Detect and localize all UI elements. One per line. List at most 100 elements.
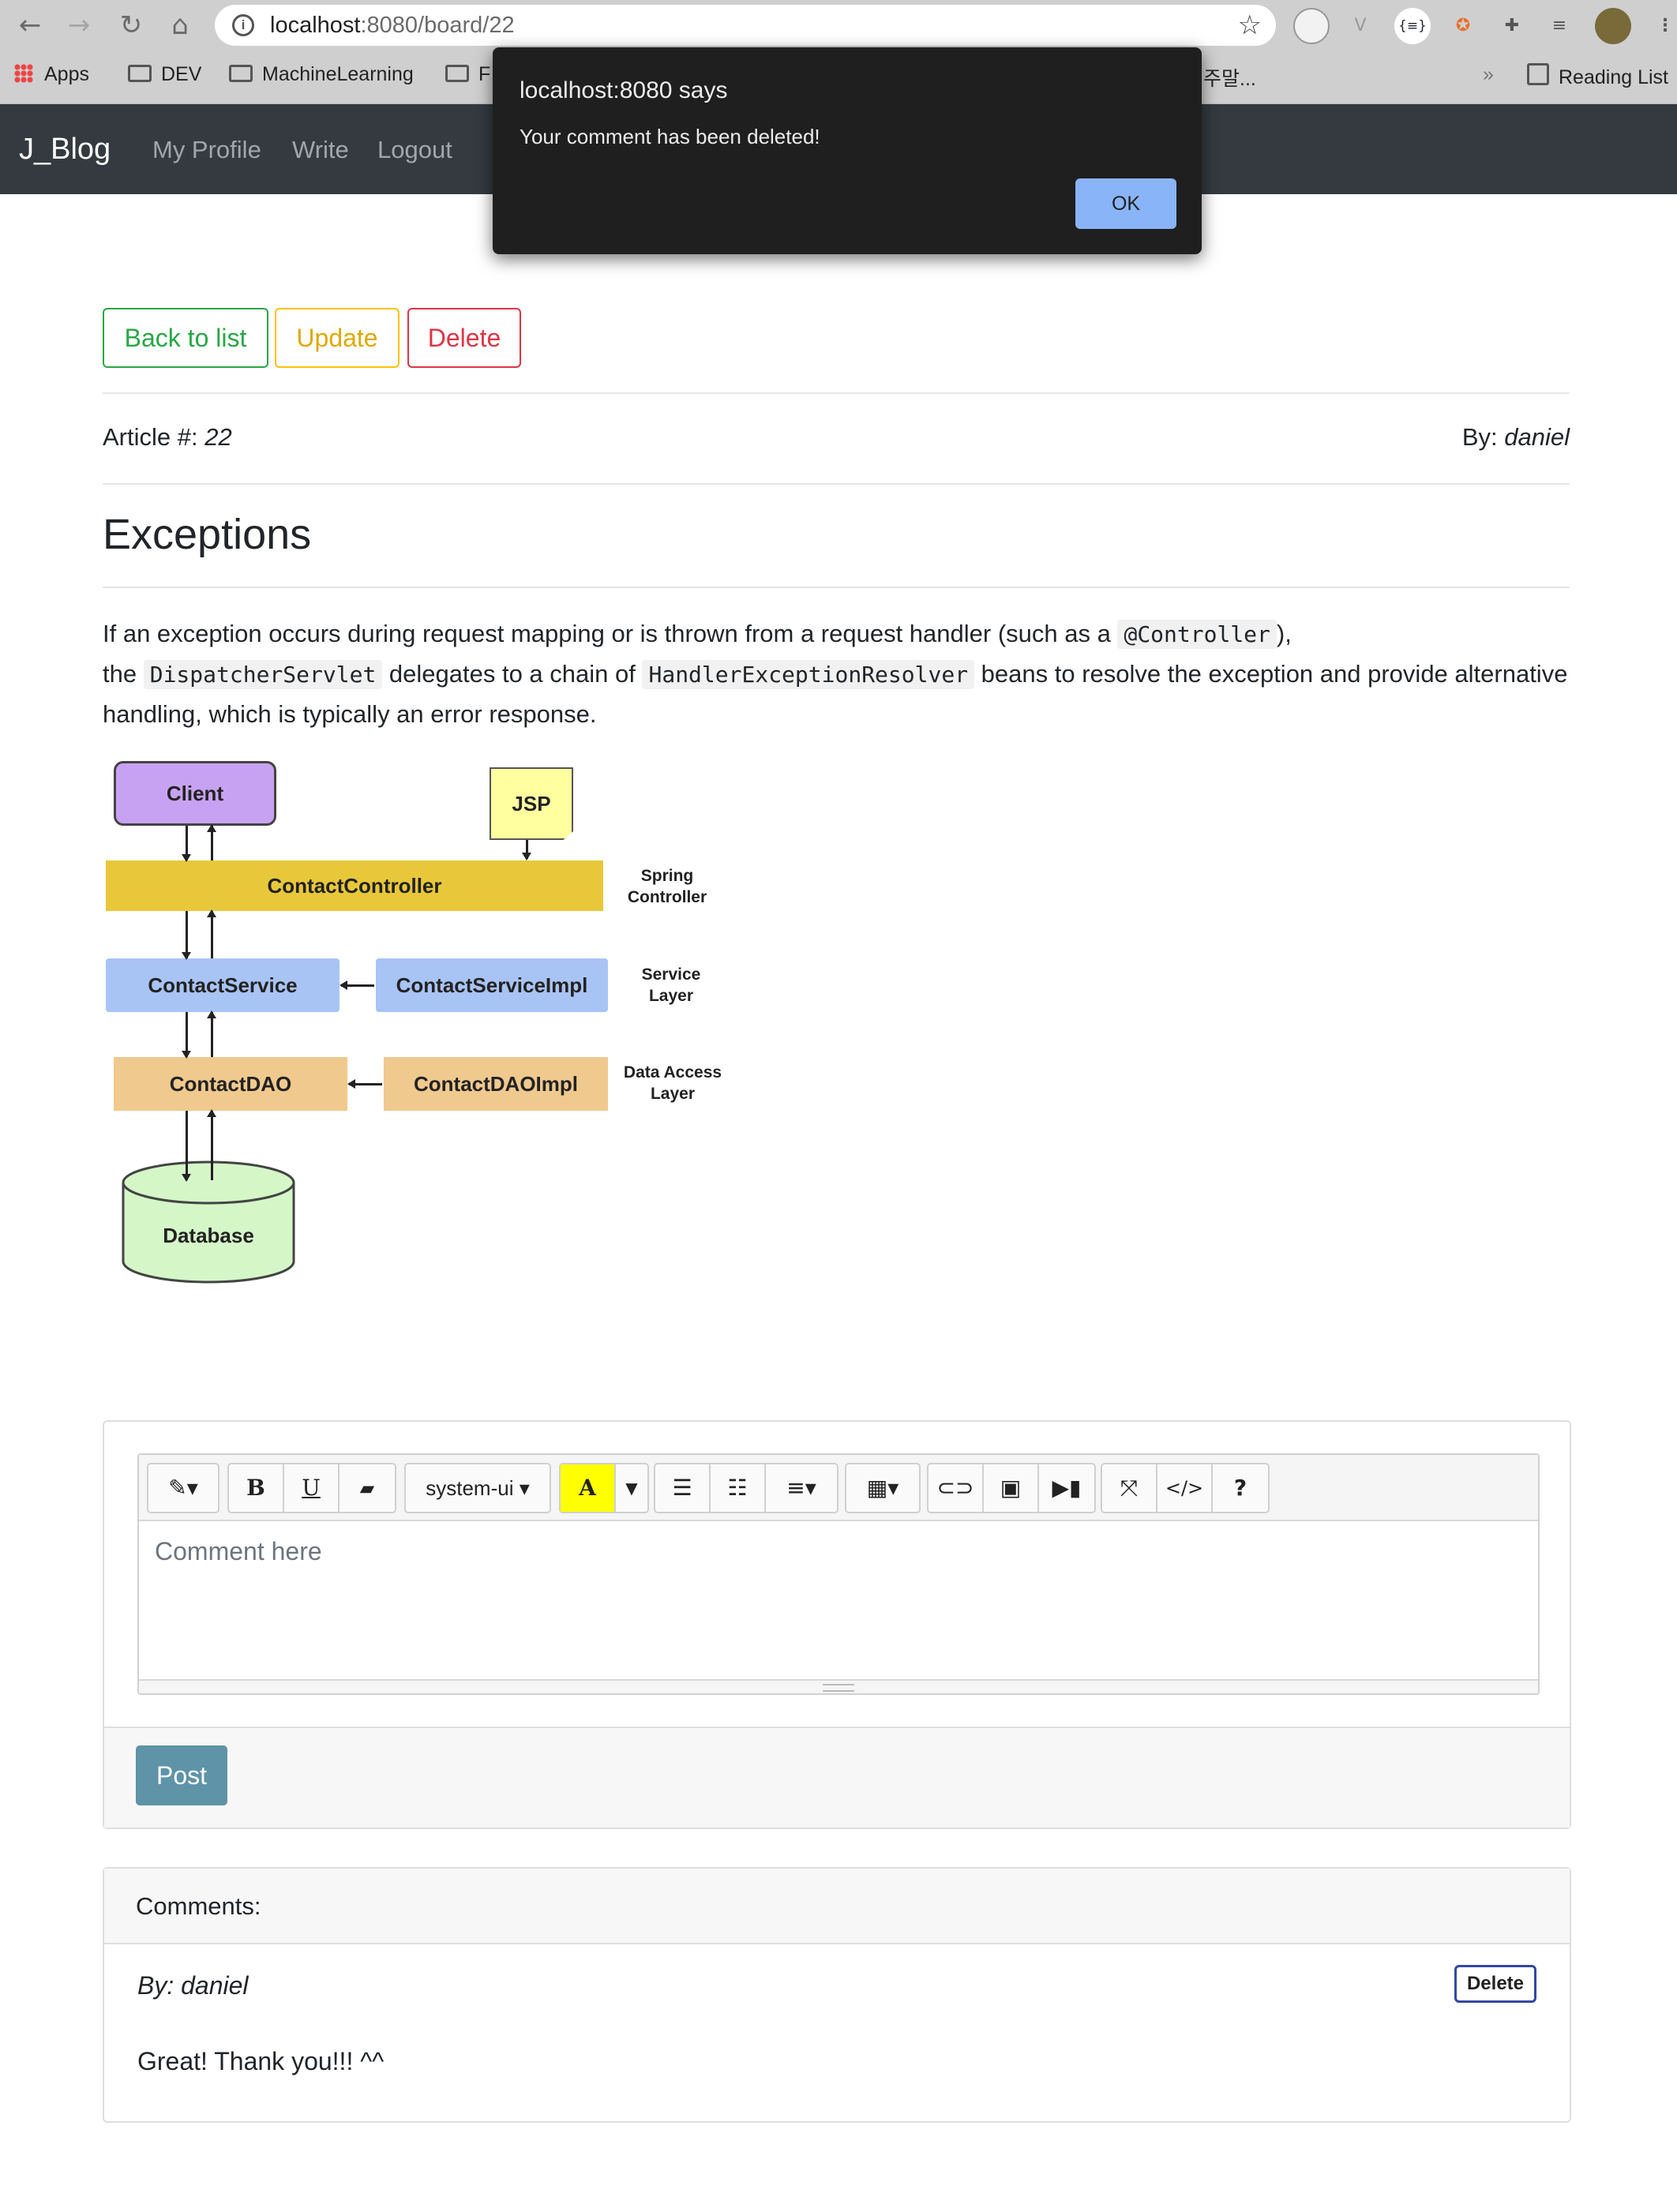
insert-group: ⊂⊃ ▣ ▶▮: [927, 1463, 1096, 1513]
comments-title: Comments:: [136, 1892, 261, 1920]
article-number: Article #: 22: [103, 423, 232, 451]
arrow-up: [207, 1010, 216, 1057]
arrow-up: [207, 1109, 216, 1180]
underline-icon[interactable]: U: [284, 1464, 340, 1512]
database-label: Database: [163, 1224, 254, 1247]
text-color-icon[interactable]: A: [561, 1464, 616, 1512]
editor-resize-handle[interactable]: [139, 1679, 1538, 1693]
client-box: Client: [114, 761, 276, 826]
article-author: By: daniel: [1461, 423, 1570, 451]
update-button[interactable]: Update: [275, 308, 400, 368]
service-box: ContactService: [106, 958, 340, 1012]
delete-comment-button[interactable]: Delete: [1454, 1965, 1536, 2003]
alert-dialog: localhost:8080 says Your comment has bee…: [493, 47, 1202, 254]
folder-icon: [229, 65, 253, 82]
bookmark-machinelearning[interactable]: MachineLearning: [229, 63, 414, 86]
bookmark-f[interactable]: F: [445, 63, 490, 86]
comment-input[interactable]: Comment here: [155, 1537, 322, 1566]
address-url[interactable]: localhost:8080/board/22: [270, 13, 515, 39]
dialog-message: Your comment has been deleted!: [520, 125, 820, 148]
brand-logo[interactable]: J_Blog: [19, 133, 111, 167]
site-info-icon[interactable]: i: [232, 14, 254, 36]
article-paragraph: If an exception occurs during request ma…: [103, 620, 1568, 728]
json-viewer-icon[interactable]: {≡}: [1394, 8, 1431, 44]
bookmark-apps[interactable]: Apps: [14, 63, 89, 86]
arrow-down: [522, 840, 531, 860]
reading-list[interactable]: Reading List: [1527, 63, 1668, 89]
address-bar[interactable]: i localhost:8080/board/22 ☆: [215, 5, 1276, 46]
table-group: ▦▾: [845, 1463, 921, 1513]
menu-kebab-icon[interactable]: ⋮: [1647, 8, 1677, 44]
back-arrow-icon[interactable]: ←: [14, 9, 46, 41]
bookmark-weekend[interactable]: 주말...: [1203, 63, 1256, 92]
service-layer-label: Service Layer: [641, 965, 701, 1005]
bookmarks-overflow[interactable]: »: [1483, 63, 1494, 86]
arrow-down: [182, 911, 191, 960]
arrow-up: [207, 909, 216, 958]
eraser-icon[interactable]: ▰: [340, 1464, 395, 1512]
bullet-list-icon[interactable]: ☰: [655, 1464, 711, 1512]
font-family-select[interactable]: system-ui ▾: [406, 1464, 550, 1512]
dao-impl-box: ContactDAOImpl: [384, 1057, 608, 1111]
bold-icon[interactable]: B: [229, 1464, 284, 1512]
magic-wand-icon[interactable]: ✎▾: [148, 1464, 218, 1512]
arrow-down: [182, 1012, 191, 1059]
comment-text: Great! Thank you!!! ^^: [137, 2047, 385, 2075]
vue-devtools-icon[interactable]: V: [1342, 8, 1379, 44]
arrow-up: [207, 824, 216, 860]
dao-box: ContactDAO: [114, 1057, 347, 1111]
arrow-down: [182, 1111, 191, 1182]
extension-orange-icon[interactable]: ✪: [1445, 8, 1481, 44]
video-icon[interactable]: ▶▮: [1039, 1464, 1094, 1512]
controller-bar: ContactController: [106, 860, 603, 911]
divider: [103, 392, 1570, 394]
profile-avatar[interactable]: [1595, 8, 1631, 44]
nav-logout[interactable]: Logout: [377, 136, 452, 164]
rich-text-editor: ✎▾ B U ▰ system-ui ▾ A ▼ ☰ ☷ ≡▾ ▦▾ ⊂⊃ ▣ …: [137, 1453, 1540, 1695]
delete-article-button[interactable]: Delete: [407, 308, 521, 368]
table-icon[interactable]: ▦▾: [846, 1464, 919, 1512]
reload-icon[interactable]: ↻: [115, 9, 147, 41]
dialog-title: localhost:8080 says: [520, 77, 728, 103]
extension-icon[interactable]: [1293, 8, 1330, 44]
comments-header: Comments:: [104, 1869, 1570, 1944]
controller-layer-label: Spring Controller: [627, 867, 707, 906]
arrow-left: [340, 980, 374, 990]
back-to-list-button[interactable]: Back to list: [103, 308, 268, 368]
nav-my-profile[interactable]: My Profile: [152, 136, 261, 164]
service-impl-box: ContactServiceImpl: [376, 958, 608, 1012]
color-dropdown-icon[interactable]: ▼: [616, 1464, 647, 1512]
image-icon[interactable]: ▣: [984, 1464, 1039, 1512]
comment-author: By: daniel: [137, 1971, 249, 2000]
color-group: A ▼: [559, 1463, 649, 1513]
bookmark-star-icon[interactable]: ☆: [1238, 9, 1262, 41]
fullscreen-icon[interactable]: ⤧: [1102, 1464, 1157, 1512]
help-icon[interactable]: ?: [1213, 1464, 1268, 1512]
bookmark-dev[interactable]: DEV: [128, 63, 201, 86]
forward-arrow-icon[interactable]: →: [63, 9, 95, 41]
nav-write[interactable]: Write: [292, 136, 349, 164]
code-view-icon[interactable]: </>: [1157, 1464, 1213, 1512]
editor-toolbar: ✎▾ B U ▰ system-ui ▾ A ▼ ☰ ☷ ≡▾ ▦▾ ⊂⊃ ▣ …: [139, 1455, 1538, 1521]
home-icon[interactable]: ⌂: [164, 9, 196, 41]
apps-grid-icon: [14, 64, 33, 83]
align-icon[interactable]: ≡▾: [766, 1464, 837, 1512]
font-family-group: system-ui ▾: [404, 1463, 551, 1513]
view-group: ⤧ </> ?: [1101, 1463, 1270, 1513]
reading-queue-icon[interactable]: ≡: [1541, 8, 1578, 44]
link-icon[interactable]: ⊂⊃: [929, 1464, 984, 1512]
article-title: Exceptions: [103, 511, 312, 558]
reading-list-icon: [1527, 63, 1549, 85]
architecture-diagram: Client JSP ContactController Spring Contr…: [103, 754, 734, 1299]
numbered-list-icon[interactable]: ☷: [711, 1464, 766, 1512]
jsp-note: JSP: [490, 767, 573, 840]
extensions-puzzle-icon[interactable]: ✚: [1494, 8, 1530, 44]
post-button[interactable]: Post: [136, 1745, 227, 1805]
paragraph-group: ☰ ☷ ≡▾: [654, 1463, 838, 1513]
folder-icon: [445, 65, 469, 82]
divider: [103, 483, 1570, 485]
folder-icon: [128, 65, 152, 82]
divider: [103, 587, 1570, 588]
dialog-ok-button[interactable]: OK: [1075, 178, 1176, 229]
comment-editor-card: ✎▾ B U ▰ system-ui ▾ A ▼ ☰ ☷ ≡▾ ▦▾ ⊂⊃ ▣ …: [103, 1420, 1571, 1829]
